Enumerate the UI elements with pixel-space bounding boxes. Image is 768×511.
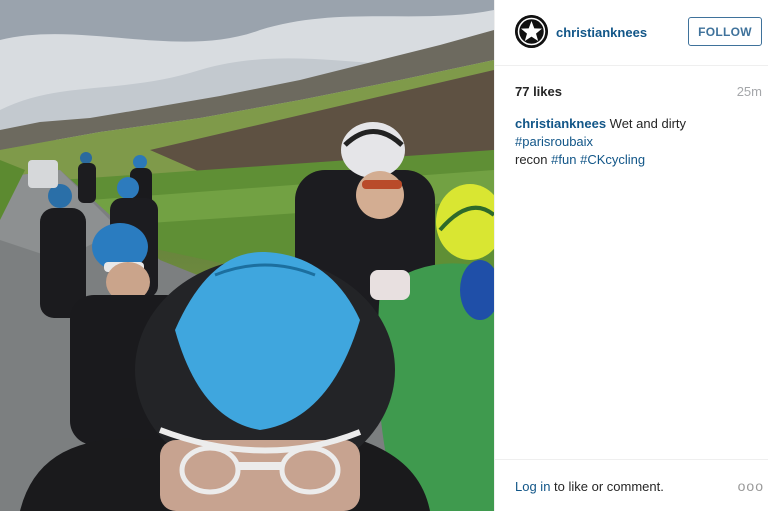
more-options-icon[interactable]: ooo [738, 478, 764, 494]
post-footer: Log in to like or comment. ooo [495, 459, 768, 511]
caption-text: recon [515, 152, 548, 167]
instagram-post: christianknees FOLLOW 77 likes 25m chris… [0, 0, 768, 511]
post-timestamp[interactable]: 25m [737, 84, 762, 99]
star-logo-icon [515, 15, 548, 48]
follow-button[interactable]: FOLLOW [688, 17, 762, 46]
login-link[interactable]: Log in [515, 479, 550, 494]
cycling-selfie-illustration [0, 0, 494, 511]
caption-username-link[interactable]: christianknees [515, 116, 606, 131]
login-prompt: Log in to like or comment. [515, 479, 664, 494]
avatar[interactable] [515, 15, 548, 48]
caption-text: Wet and dirty [609, 116, 687, 131]
login-prompt-text: to like or comment. [554, 479, 664, 494]
post-stats: 77 likes 25m [515, 84, 762, 100]
post-caption: christianknees Wet and dirty #parisrouba… [515, 115, 765, 169]
hashtag-link[interactable]: #fun [551, 152, 576, 167]
post-header: christianknees FOLLOW [495, 0, 768, 66]
hashtag-link[interactable]: #parisroubaix [515, 134, 593, 149]
post-sidebar: christianknees FOLLOW 77 likes 25m chris… [494, 0, 768, 511]
likes-count[interactable]: 77 likes [515, 84, 562, 99]
username-link[interactable]: christianknees [556, 25, 647, 40]
hashtag-link[interactable]: #CKcycling [580, 152, 645, 167]
post-photo[interactable] [0, 0, 494, 511]
